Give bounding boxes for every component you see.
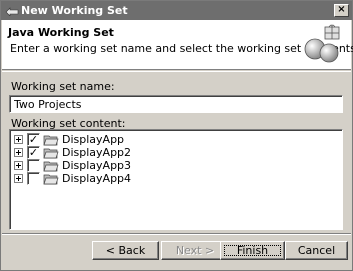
working-set-name-label: Working set name: [11, 80, 115, 93]
tree-item-checkbox[interactable]: ✓ [27, 133, 40, 146]
working-set-name-input[interactable] [9, 95, 343, 113]
project-folder-icon [43, 161, 59, 172]
next-button[interactable]: Next > [161, 241, 229, 260]
expand-plus-icon[interactable] [14, 135, 23, 144]
tree-item[interactable]: ✓ DisplayApp2 [14, 146, 214, 159]
cancel-button[interactable]: Cancel [285, 241, 348, 260]
tree-item[interactable]: ✓ DisplayApp [14, 133, 214, 146]
close-button[interactable]: × [334, 4, 349, 17]
new-working-set-dialog: New Working Set × Java Working Set Enter… [0, 0, 353, 271]
tree-item[interactable]: DisplayApp4 [14, 172, 214, 185]
tree-item-label: DisplayApp4 [62, 172, 132, 185]
working-set-wizard-icon [304, 24, 340, 63]
tree-item-label: DisplayApp2 [62, 146, 132, 159]
tree-item[interactable]: DisplayApp3 [14, 159, 214, 172]
title-bar[interactable]: New Working Set × [1, 1, 352, 20]
expand-plus-icon[interactable] [14, 148, 23, 157]
footer-separator [2, 233, 351, 235]
working-set-content-tree[interactable]: ✓ DisplayApp ✓ DisplayApp2 DisplayApp3 D… [9, 129, 343, 230]
header-separator [2, 71, 351, 72]
window-title: New Working Set [21, 4, 128, 17]
back-button[interactable]: < Back [92, 241, 159, 260]
tree-item-label: DisplayApp [62, 133, 125, 146]
project-folder-icon [43, 174, 59, 185]
expand-plus-icon[interactable] [14, 161, 23, 170]
java-window-icon [5, 7, 19, 16]
project-folder-icon [43, 148, 59, 159]
tree-item-checkbox[interactable] [27, 159, 40, 172]
focus-ring [224, 245, 281, 256]
expand-plus-icon[interactable] [14, 174, 23, 183]
finish-button[interactable]: Finish [220, 241, 285, 260]
page-title: Java Working Set [8, 26, 114, 39]
project-folder-icon [43, 135, 59, 146]
wizard-header: Java Working Set Enter a working set nam… [2, 20, 353, 70]
tree-item-label: DisplayApp3 [62, 159, 132, 172]
tree-item-checkbox[interactable]: ✓ [27, 146, 40, 159]
tree-item-checkbox[interactable] [27, 172, 40, 185]
